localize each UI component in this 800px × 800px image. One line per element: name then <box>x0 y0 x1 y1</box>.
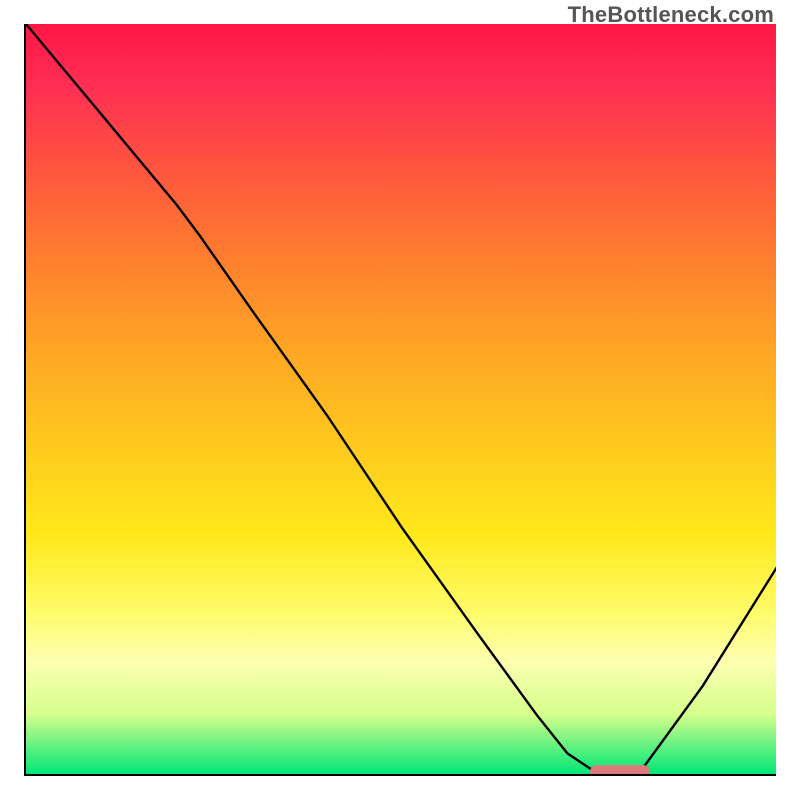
curve-layer <box>26 24 776 776</box>
plot-area <box>24 24 776 776</box>
optimal-range-marker <box>590 765 650 776</box>
bottleneck-curve <box>26 24 776 776</box>
bottleneck-chart: TheBottleneck.com <box>0 0 800 800</box>
